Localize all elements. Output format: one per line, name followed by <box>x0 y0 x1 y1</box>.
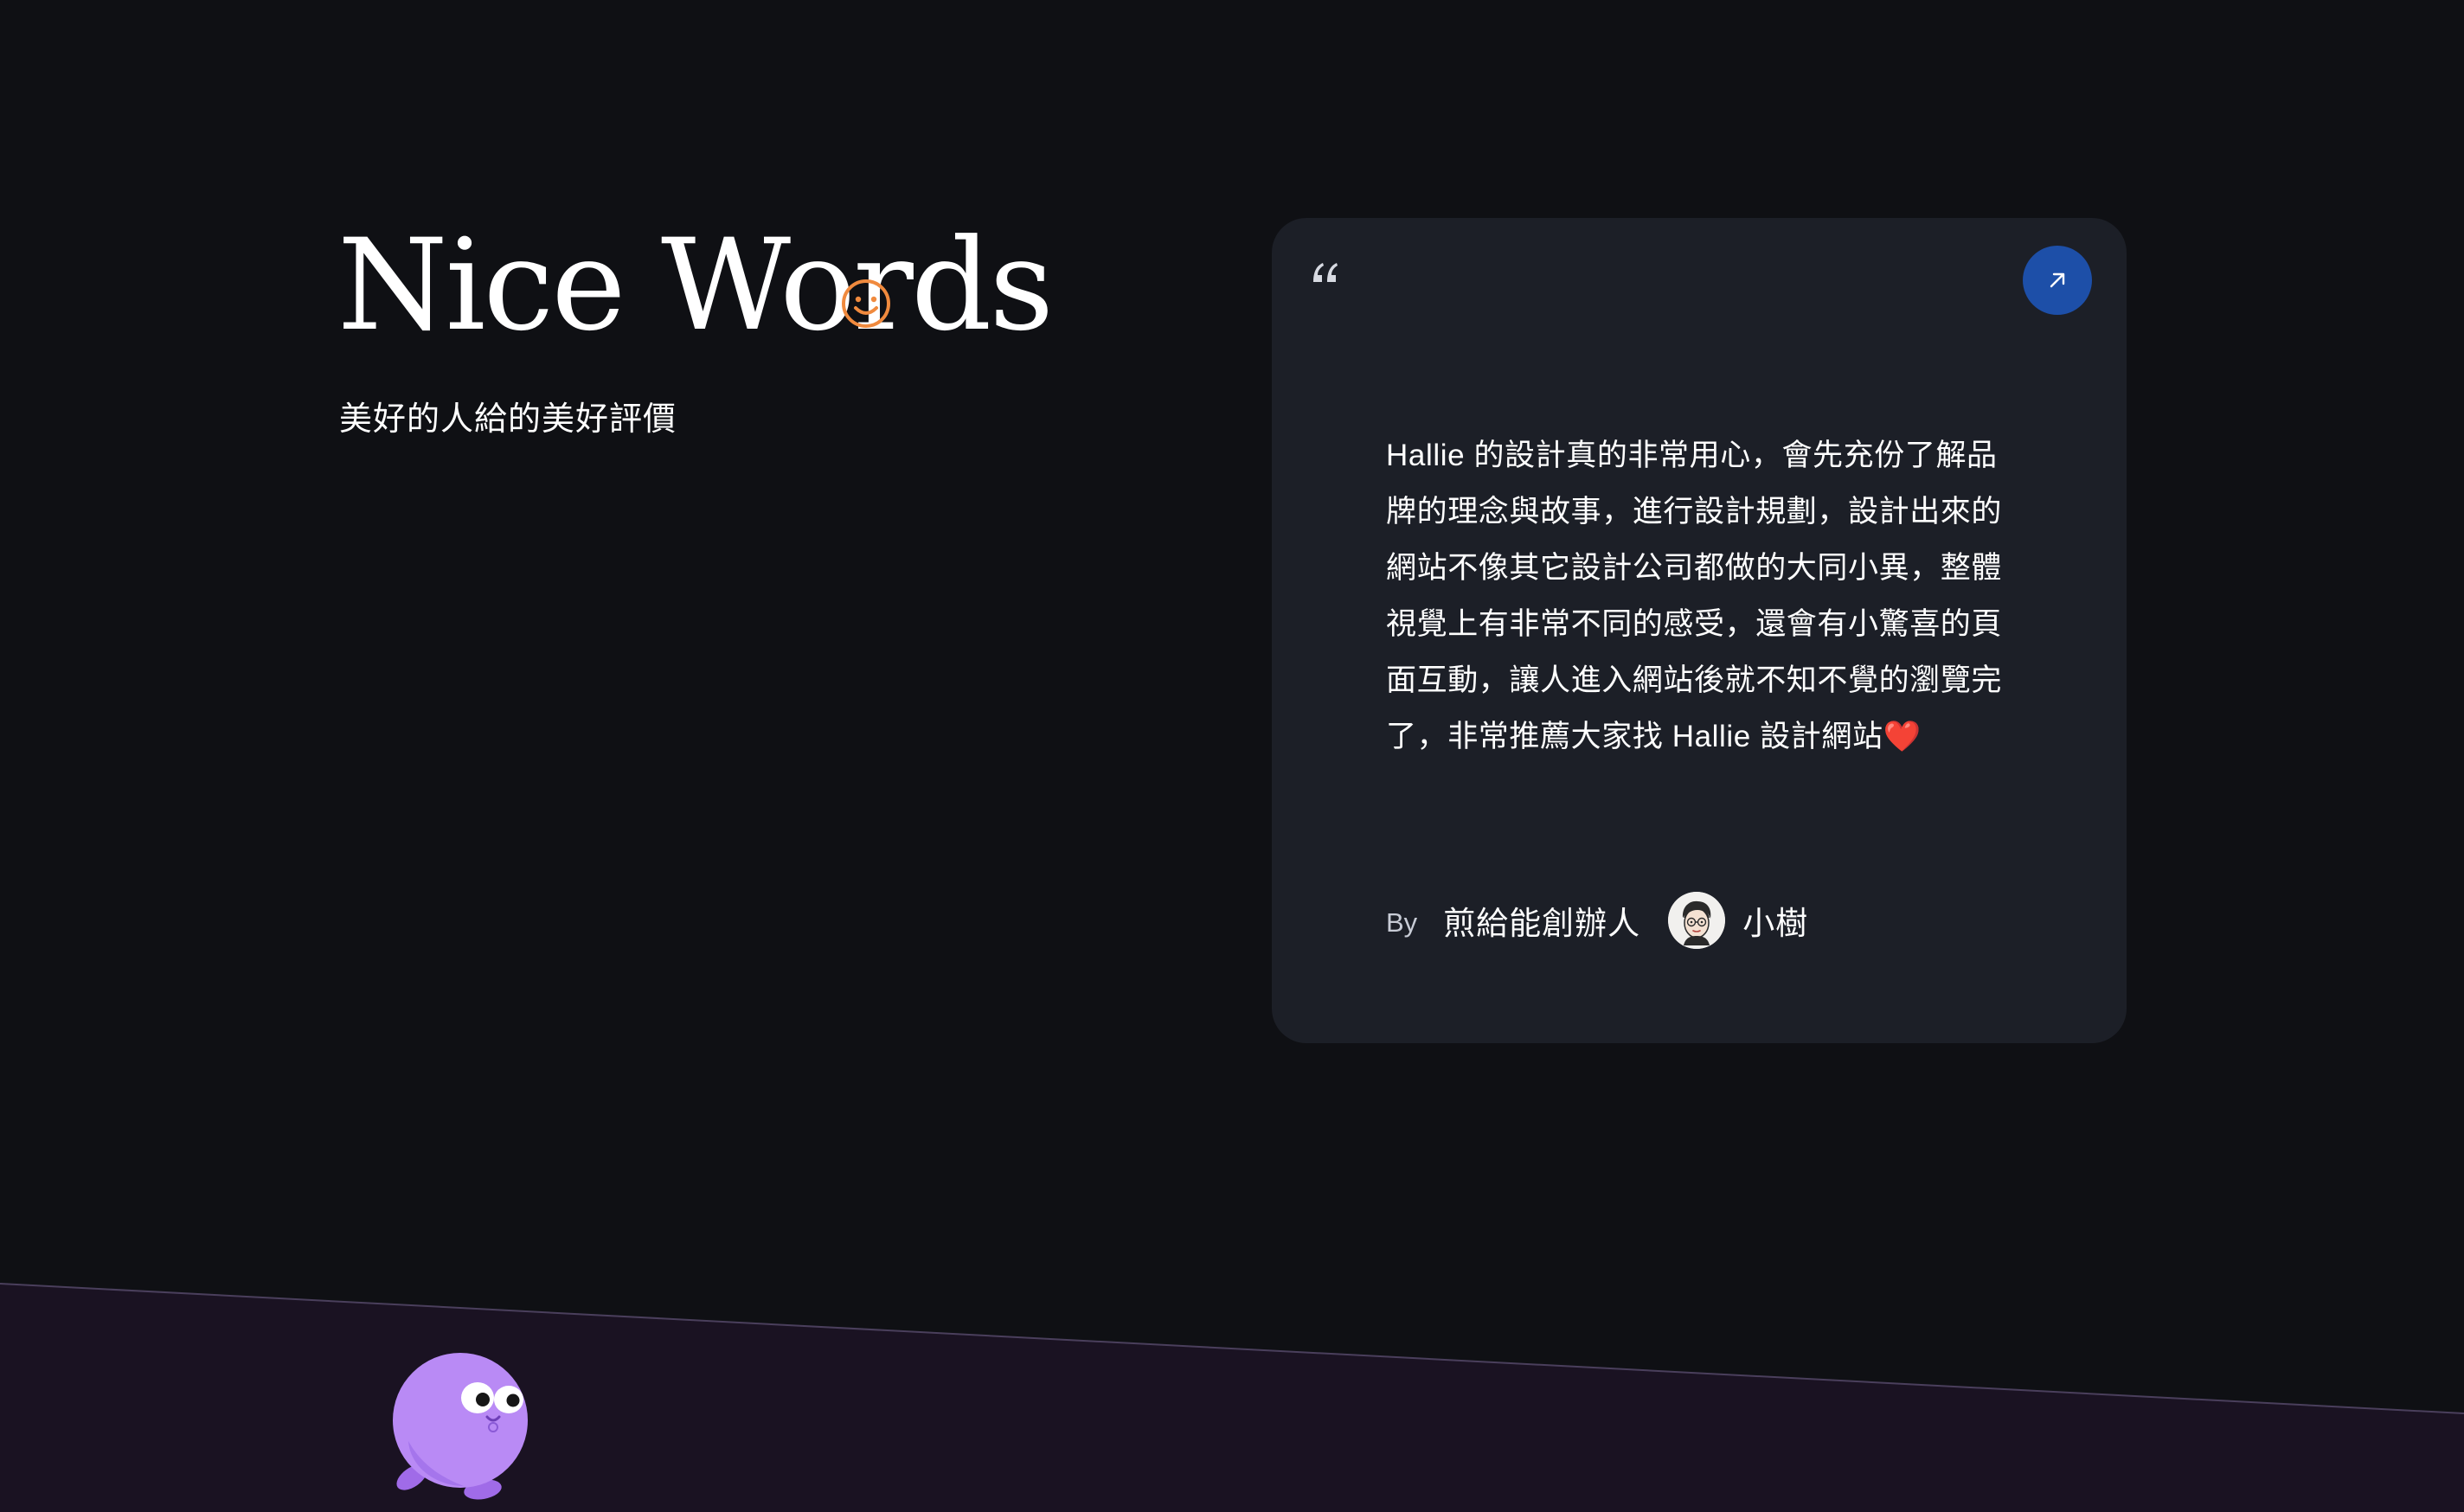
mascot-character <box>393 1353 528 1500</box>
page-subtitle: 美好的人給的美好評價 <box>339 401 677 438</box>
heading-block: Nice Words 美好的人給的美好評價 <box>337 216 1116 439</box>
arrow-up-right-icon <box>2050 272 2065 288</box>
by-label: By <box>1386 907 1418 938</box>
avatar <box>1668 892 1726 949</box>
avatar-illustration <box>1668 892 1726 949</box>
page: Nice Words 美好的人給的美好評價 Hallie 的設計真的非常用心，會… <box>0 0 2464 1512</box>
testimonial-card: Hallie 的設計真的非常用心，會先充份了解品牌的理念與故事，進行設計規劃，設… <box>1272 218 2127 1043</box>
quote-icon <box>1313 263 1338 282</box>
testimonial-text: Hallie 的設計真的非常用心，會先充份了解品牌的理念與故事，進行設計規劃，設… <box>1386 439 2003 753</box>
author-role: 煎給能創辦人 <box>1443 906 1641 941</box>
open-link-button[interactable] <box>2023 246 2092 315</box>
byline: By 煎給能創辦人 小樹 <box>1386 890 1808 951</box>
smile-icon <box>842 279 890 328</box>
page-title: Nice Words <box>337 212 1054 359</box>
title-wrap: Nice Words <box>337 212 1054 359</box>
author-name: 小樹 <box>1742 906 1809 941</box>
